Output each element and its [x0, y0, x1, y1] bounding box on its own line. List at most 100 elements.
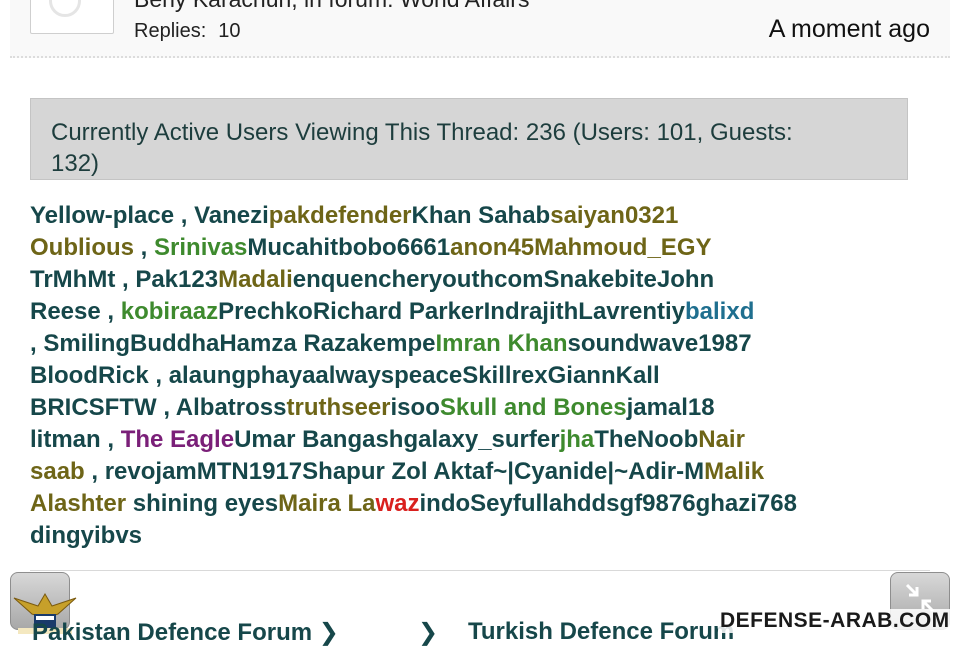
user-link[interactable]: Umar Bangash	[234, 426, 403, 453]
active-users-line-1: Currently Active Users Viewing This Thre…	[51, 119, 793, 146]
user-link[interactable]: Yellow-place	[30, 202, 174, 229]
user-link[interactable]: Albatross	[176, 394, 287, 421]
users-line: litman , The EagleUmar Bangashgalaxy_sur…	[30, 424, 900, 456]
users-line: , SmilingBuddhaHamza RazakempeImran Khan…	[30, 328, 900, 360]
user-link[interactable]: revojam	[105, 458, 197, 485]
user-link[interactable]: Skull and Bones	[440, 394, 627, 421]
user-link[interactable]: alaungphaya	[169, 362, 316, 389]
user-link[interactable]: Alashter	[30, 490, 126, 517]
user-separator: ,	[115, 266, 136, 293]
user-link[interactable]: litman	[30, 426, 101, 453]
user-separator: ,	[134, 234, 155, 261]
user-link[interactable]: alwayspeace	[315, 362, 462, 389]
user-link[interactable]: Prechko	[218, 298, 313, 325]
user-link[interactable]: Snakebite	[543, 266, 656, 293]
user-link[interactable]: SmilingBuddha	[43, 330, 219, 357]
user-link[interactable]: The Eagle	[121, 426, 234, 453]
user-link[interactable]: galaxy_surfer	[403, 426, 559, 453]
active-users-summary: Currently Active Users Viewing This Thre…	[30, 98, 908, 180]
user-link[interactable]: Khan Sahab	[412, 202, 551, 229]
user-separator: ,	[156, 394, 176, 421]
user-link[interactable]: truthseer	[286, 394, 390, 421]
user-link[interactable]: isoo	[391, 394, 440, 421]
users-line: TrMhMt , Pak123MadalienquencheryouthcomS…	[30, 264, 900, 296]
user-link[interactable]: waz	[375, 490, 419, 517]
divider	[30, 570, 930, 571]
user-link[interactable]: Maira La	[278, 490, 375, 517]
chevron-right-icon: ❯	[418, 619, 439, 646]
user-link[interactable]: indo	[420, 490, 471, 517]
breadcrumb-separator: ❯	[418, 618, 438, 647]
user-link[interactable]: Vanezi	[194, 202, 269, 229]
users-line: Yellow-place , VanezipakdefenderKhan Sah…	[30, 200, 900, 232]
user-separator: ,	[174, 202, 195, 229]
user-link[interactable]: Indrajith	[484, 298, 579, 325]
user-link[interactable]: TheNoob	[594, 426, 698, 453]
user-link[interactable]: Srinivas	[154, 234, 247, 261]
user-link[interactable]: shining eyes	[126, 490, 278, 517]
avatar[interactable]	[30, 0, 114, 34]
active-users-list: Yellow-place , VanezipakdefenderKhan Sah…	[30, 200, 900, 552]
replies-info: Replies: 10	[134, 20, 241, 43]
user-link[interactable]: Hamza Razakempe	[219, 330, 435, 357]
active-users-line-2: 132)	[51, 150, 100, 177]
user-separator: ,	[30, 330, 44, 357]
breadcrumb-label: Pakistan Defence Forum	[32, 619, 313, 646]
user-link[interactable]: John	[657, 266, 714, 293]
user-link[interactable]: Seyfullah	[470, 490, 577, 517]
user-link[interactable]: dingyibvs	[30, 522, 142, 549]
post-time: A moment ago	[768, 15, 930, 43]
user-link[interactable]: pakdefender	[269, 202, 412, 229]
user-separator: ,	[100, 426, 121, 453]
user-link[interactable]: Nair	[698, 426, 745, 453]
user-link[interactable]: BRICSFTW	[30, 394, 157, 421]
user-link[interactable]: ghazi768	[696, 490, 797, 517]
user-link[interactable]: Madali	[218, 266, 293, 293]
user-link[interactable]: Mucahitbobo6661	[247, 234, 450, 261]
replies-label: Replies:	[134, 20, 207, 42]
reply-card: Beny Karachun, in forum: World Affairs R…	[10, 0, 950, 58]
user-link[interactable]: MTN1917	[197, 458, 302, 485]
user-link[interactable]: jamal18	[627, 394, 715, 421]
user-link[interactable]: Reese	[30, 298, 101, 325]
user-link[interactable]: Oublious	[30, 234, 134, 261]
replies-count: 10	[218, 20, 241, 42]
users-line: Reese , kobiraazPrechkoRichard ParkerInd…	[30, 296, 900, 328]
avatar-placeholder-icon	[49, 0, 81, 17]
user-link[interactable]: jha	[560, 426, 595, 453]
post-author-line[interactable]: Beny Karachun, in forum: World Affairs	[134, 0, 529, 13]
user-separator: ,	[148, 362, 169, 389]
user-link[interactable]: anon45	[450, 234, 534, 261]
users-line: dingyibvs	[30, 520, 900, 552]
user-link[interactable]: Imran Khan	[435, 330, 567, 357]
user-separator: ,	[100, 298, 121, 325]
user-link[interactable]: saiyan0321	[550, 202, 678, 229]
user-link[interactable]: Adir-M	[628, 458, 704, 485]
user-link[interactable]: BloodRick	[30, 362, 149, 389]
user-link[interactable]: ddsgf9876	[577, 490, 696, 517]
user-link[interactable]: ~|Cyanide|~	[493, 458, 628, 485]
user-link[interactable]: balixd	[685, 298, 754, 325]
watermark: DEFENSE-ARAB.COM	[718, 609, 952, 633]
user-link[interactable]: kobiraaz	[121, 298, 218, 325]
breadcrumb-item-turkish[interactable]: Turkish Defence Forum	[468, 618, 734, 646]
users-line: BRICSFTW , AlbatrosstruthseerisooSkull a…	[30, 392, 900, 424]
user-link[interactable]: soundwave1987	[567, 330, 751, 357]
user-link[interactable]: TrMhMt	[30, 266, 115, 293]
user-link[interactable]: Shapur Zol Aktaf	[302, 458, 493, 485]
user-link[interactable]: saab	[30, 458, 85, 485]
user-link[interactable]: Pak123	[135, 266, 218, 293]
user-link[interactable]: Malik	[704, 458, 764, 485]
user-link[interactable]: Skillrex	[462, 362, 547, 389]
breadcrumb-label: Turkish Defence Forum	[468, 618, 735, 645]
user-link[interactable]: Richard Parker	[313, 298, 484, 325]
users-line: saab , revojamMTN1917Shapur Zol Aktaf~|C…	[30, 456, 900, 488]
users-line: BloodRick , alaungphayaalwayspeaceSkillr…	[30, 360, 900, 392]
chevron-right-icon: ❯	[318, 619, 339, 646]
user-link[interactable]: Lavrentiy	[578, 298, 685, 325]
user-link[interactable]: GiannKall	[548, 362, 660, 389]
user-link[interactable]: enquencheryouthcom	[293, 266, 544, 293]
user-link[interactable]: Mahmoud_EGY	[534, 234, 711, 261]
breadcrumb-item-pakistan[interactable]: Pakistan Defence Forum ❯	[32, 618, 339, 647]
user-separator: ,	[84, 458, 105, 485]
